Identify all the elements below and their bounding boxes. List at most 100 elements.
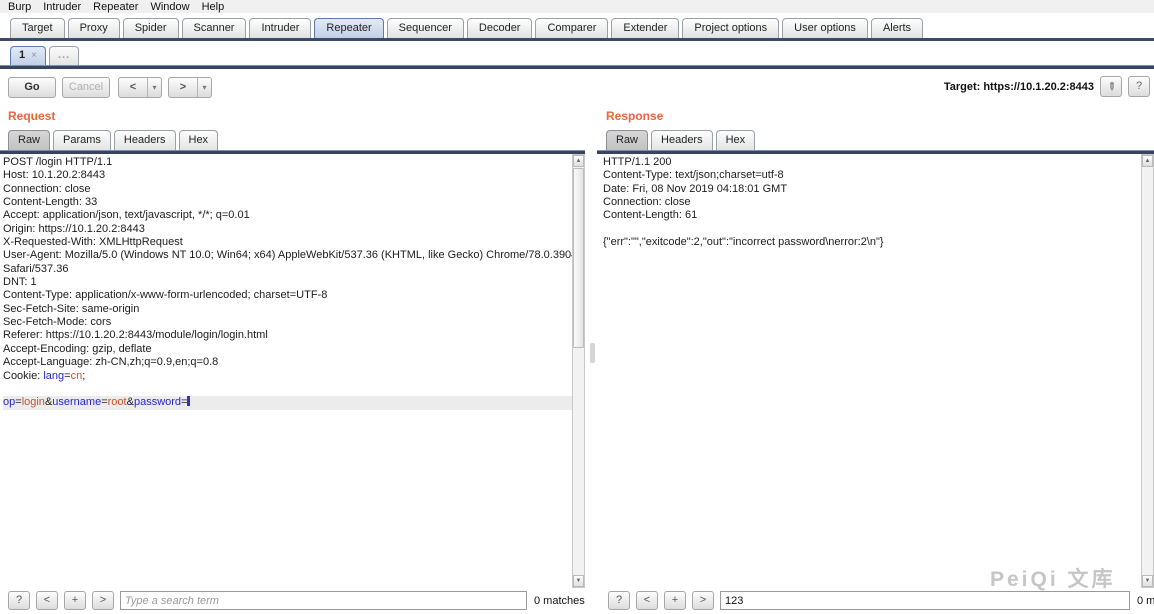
tab-repeater[interactable]: Repeater [314,18,383,38]
search-prev-button[interactable]: < [636,591,658,610]
scroll-up-icon[interactable]: ▲ [1142,155,1153,167]
request-body-line[interactable]: op=login&username=root&password= [3,396,572,409]
repeater-toolbar: Go Cancel < ▾ > ▾ Target: https://10.1.2… [0,73,1154,103]
request-line: X-Requested-With: XMLHttpRequest [3,236,572,249]
request-scrollbar[interactable]: ▲ ▼ [572,154,585,588]
search-add-button[interactable]: + [64,591,86,610]
request-line: Host: 10.1.20.2:8443 [3,169,572,182]
search-next-button[interactable]: > [692,591,714,610]
response-line: Content-Length: 61 [603,209,1140,222]
repeater-tab-more[interactable]: ... [49,46,79,65]
menu-repeater[interactable]: Repeater [87,1,144,13]
tab-sequencer[interactable]: Sequencer [387,18,464,38]
tab-spider[interactable]: Spider [123,18,179,38]
search-help-button[interactable]: ? [8,591,30,610]
request-blank-line [3,383,572,396]
response-blank-line [603,223,1140,236]
panel-splitter[interactable] [590,343,595,363]
request-search-bar: ? < + > 0 matches [0,588,585,614]
request-tab-hex[interactable]: Hex [179,130,219,150]
request-line: Sec-Fetch-Site: same-origin [3,303,572,316]
main-tab-bar: Target Proxy Spider Scanner Intruder Rep… [0,13,1154,38]
request-tab-headers[interactable]: Headers [114,130,176,150]
search-add-button[interactable]: + [664,591,686,610]
scroll-up-icon[interactable]: ▲ [573,155,584,167]
request-line: Referer: https://10.1.20.2:8443/module/l… [3,329,572,342]
request-search-matches: 0 matches [534,595,585,607]
request-editor-tabs: Raw Params Headers Hex [8,127,218,150]
menu-window[interactable]: Window [144,1,195,13]
menu-help[interactable]: Help [196,1,231,13]
repeater-tab-1[interactable]: 1× [10,46,46,65]
text-cursor [187,396,190,406]
search-next-button[interactable]: > [92,591,114,610]
param-name: op [3,396,15,408]
request-tab-raw[interactable]: Raw [8,130,50,150]
tab-proxy[interactable]: Proxy [68,18,120,38]
repeater-tab-separator-dark [0,66,1154,69]
tab-scanner[interactable]: Scanner [182,18,247,38]
close-tab-icon[interactable]: × [31,50,37,61]
request-line: Origin: https://10.1.20.2:8443 [3,223,572,236]
request-line: Safari/537.36 [3,263,572,276]
response-line: Date: Fri, 08 Nov 2019 04:18:01 GMT [603,183,1140,196]
repeater-tab-1-label: 1 [19,49,25,61]
response-tab-headers[interactable]: Headers [651,130,713,150]
response-search-bar: ? < + > 0 matches [597,588,1154,614]
request-line: Connection: close [3,183,572,196]
request-line: Content-Length: 33 [3,196,572,209]
request-search-input[interactable] [120,591,527,610]
response-scrollbar[interactable]: ▲ ▼ [1141,154,1154,588]
tab-alerts[interactable]: Alerts [871,18,923,38]
request-line: Accept-Language: zh-CN,zh;q=0.9,en;q=0.8 [3,356,572,369]
request-line: Accept-Encoding: gzip, deflate [3,343,572,356]
request-tab-params[interactable]: Params [53,130,111,150]
tab-target[interactable]: Target [10,18,65,38]
search-prev-button[interactable]: < [36,591,58,610]
tab-project-options[interactable]: Project options [682,18,779,38]
next-request-button[interactable]: > ▾ [168,77,212,98]
param-name: password [134,396,181,408]
cookie-name: lang [43,370,64,382]
scroll-down-icon[interactable]: ▼ [573,575,584,587]
pencil-icon: ✏ [1102,82,1121,91]
target-label: Target: https://10.1.20.2:8443 [944,81,1094,93]
response-tab-hex[interactable]: Hex [716,130,756,150]
menu-intruder[interactable]: Intruder [37,1,87,13]
param-value: root [108,396,127,408]
param-name: username [52,396,101,408]
request-line: DNT: 1 [3,276,572,289]
tab-user-options[interactable]: User options [782,18,868,38]
response-search-input[interactable] [720,591,1130,610]
tab-comparer[interactable]: Comparer [535,18,608,38]
response-editor[interactable]: HTTP/1.1 200 Content-Type: text/json;cha… [597,154,1140,586]
request-cookie-line: Cookie: lang=cn; [3,370,572,383]
next-arrow-icon: > [169,78,197,97]
tab-decoder[interactable]: Decoder [467,18,533,38]
response-search-matches: 0 matches [1137,595,1154,607]
edit-target-button[interactable]: ✏ [1100,76,1122,97]
go-button[interactable]: Go [8,77,56,98]
response-tab-raw[interactable]: Raw [606,130,648,150]
cookie-value: cn [71,370,83,382]
menu-burp[interactable]: Burp [2,1,37,13]
request-scrollbar-thumb[interactable] [573,168,584,348]
scroll-down-icon[interactable]: ▼ [1142,575,1153,587]
response-panel-title: Response [606,109,663,123]
tab-extender[interactable]: Extender [611,18,679,38]
request-line: Content-Type: application/x-www-form-url… [3,289,572,302]
response-body-line: {"err":"","exitcode":2,"out":"incorrect … [603,236,1140,249]
repeater-help-button[interactable]: ? [1128,76,1150,97]
chevron-down-icon[interactable]: ▾ [147,78,161,97]
response-line: Connection: close [603,196,1140,209]
prev-request-button[interactable]: < ▾ [118,77,162,98]
tab-intruder[interactable]: Intruder [249,18,311,38]
cancel-button: Cancel [62,77,110,98]
search-help-button[interactable]: ? [608,591,630,610]
response-editor-tabs: Raw Headers Hex [606,127,755,150]
chevron-down-icon[interactable]: ▾ [197,78,211,97]
request-editor[interactable]: POST /login HTTP/1.1 Host: 10.1.20.2:844… [0,154,572,586]
request-line: Accept: application/json, text/javascrip… [3,209,572,222]
param-value: login [22,396,45,408]
request-panel-title: Request [8,109,55,123]
